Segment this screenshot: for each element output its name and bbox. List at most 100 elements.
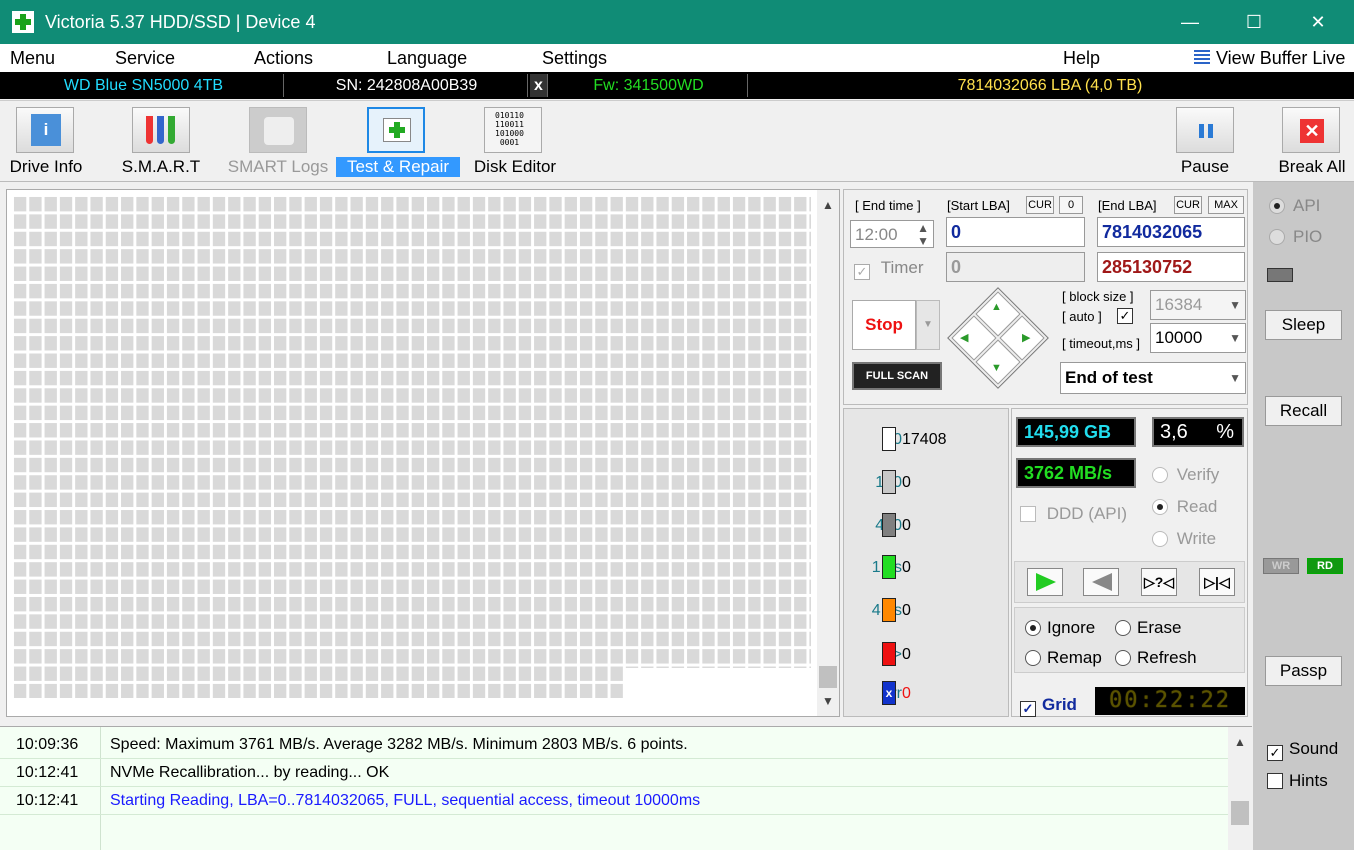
write-label: Write bbox=[1176, 529, 1217, 548]
play-icon bbox=[1036, 573, 1056, 591]
stat-color-swatch bbox=[882, 427, 896, 451]
remap-label: Remap bbox=[1047, 648, 1102, 667]
refresh-radio[interactable]: Refresh bbox=[1115, 648, 1197, 668]
menu-settings[interactable]: Settings bbox=[542, 48, 607, 69]
grid-check-icon: ✓ bbox=[1020, 701, 1036, 717]
menu-service[interactable]: Service bbox=[115, 48, 175, 69]
end-lba-cur-button[interactable]: CUR bbox=[1174, 196, 1202, 214]
drive-info-button[interactable]: i Drive Info bbox=[0, 101, 92, 181]
scroll-down-icon[interactable]: ▼ bbox=[817, 694, 839, 708]
start-lba-zero-button[interactable]: 0 bbox=[1059, 196, 1083, 214]
verify-radio-icon bbox=[1152, 467, 1168, 483]
device-lba: 7814032066 LBA (4,0 TB) bbox=[750, 74, 1350, 97]
pio-label: PIO bbox=[1293, 227, 1323, 246]
scroll-up-icon[interactable]: ▲ bbox=[1228, 735, 1252, 749]
menu-menu[interactable]: Menu bbox=[10, 48, 55, 69]
scroll-up-icon[interactable]: ▲ bbox=[817, 198, 839, 212]
break-all-button[interactable]: ✕ Break All bbox=[1274, 101, 1350, 181]
disk-editor-button[interactable]: 010110 110011 101000 0001 Disk Editor bbox=[472, 101, 558, 181]
percent-display: 3,6 % bbox=[1152, 417, 1244, 447]
pio-radio[interactable]: PIO bbox=[1269, 227, 1322, 247]
menu-language[interactable]: Language bbox=[387, 48, 467, 69]
verify-radio[interactable]: Verify bbox=[1152, 465, 1219, 485]
stat-count: 0 bbox=[902, 685, 911, 702]
pause-button[interactable]: Pause bbox=[1176, 101, 1234, 181]
log-scrollbar[interactable]: ▲ bbox=[1228, 727, 1252, 850]
device-close-x[interactable]: x bbox=[530, 74, 548, 97]
smart-button[interactable]: S.M.A.R.T bbox=[116, 101, 206, 181]
minimize-button[interactable]: — bbox=[1158, 0, 1222, 44]
progress-panel: 145,99 GB 3,6 % 3762 MB/s DDD (API) Veri… bbox=[1011, 408, 1248, 717]
timeout-select[interactable]: 10000 ▼ bbox=[1150, 323, 1246, 353]
smart-logs-button[interactable]: SMART Logs bbox=[226, 101, 330, 181]
start-lba-cur-button[interactable]: CUR bbox=[1026, 196, 1054, 214]
scroll-thumb[interactable] bbox=[819, 666, 837, 688]
erase-radio[interactable]: Erase bbox=[1115, 618, 1181, 638]
stat-count: 0 bbox=[902, 602, 911, 619]
ignore-radio[interactable]: Ignore bbox=[1025, 618, 1095, 638]
butterfly-button[interactable]: ▷|◁ bbox=[1199, 568, 1235, 596]
grid-scrollbar[interactable]: ▲ ▼ bbox=[817, 190, 839, 716]
hints-label: Hints bbox=[1289, 771, 1328, 790]
stat-row-1-6s: 1,6s 0 bbox=[844, 555, 1010, 581]
end-lba-max-button[interactable]: MAX bbox=[1208, 196, 1244, 214]
timer-label: Timer bbox=[880, 258, 924, 277]
status-led bbox=[1267, 268, 1293, 282]
start-lba-input[interactable]: 0 bbox=[946, 217, 1085, 247]
stop-dropdown-icon[interactable]: ▼ bbox=[916, 300, 940, 350]
sleep-button[interactable]: Sleep bbox=[1265, 310, 1342, 340]
timer-checkbox[interactable]: ✓ Timer bbox=[854, 258, 924, 280]
verify-label: Verify bbox=[1176, 465, 1220, 484]
refresh-label: Refresh bbox=[1137, 648, 1197, 667]
log-scroll-thumb[interactable] bbox=[1231, 801, 1249, 825]
log-message: Speed: Maximum 3761 MB/s. Average 3282 M… bbox=[110, 736, 688, 753]
test-tubes-icon bbox=[132, 107, 190, 153]
passp-button[interactable]: Passp bbox=[1265, 656, 1342, 686]
remap-radio[interactable]: Remap bbox=[1025, 648, 1102, 668]
percent-value: 3,6 bbox=[1160, 421, 1188, 443]
stop-button[interactable]: Stop bbox=[852, 300, 916, 350]
logs-icon bbox=[249, 107, 307, 153]
stat-row-over: > 0 bbox=[844, 642, 1010, 668]
random-button[interactable]: ▷?◁ bbox=[1141, 568, 1177, 596]
hints-checkbox[interactable]: Hints bbox=[1267, 771, 1328, 791]
smart-logs-label: SMART Logs bbox=[227, 157, 329, 176]
ddd-api-checkbox[interactable]: DDD (API) bbox=[1020, 504, 1127, 524]
app-cross-icon bbox=[12, 11, 34, 33]
device-model: WD Blue SN5000 4TB bbox=[4, 74, 284, 97]
scan-grid-panel: ▲ ▼ bbox=[6, 189, 840, 717]
api-radio[interactable]: API bbox=[1269, 196, 1320, 216]
smart-label: S.M.A.R.T bbox=[121, 157, 201, 176]
read-label: Read bbox=[1176, 497, 1218, 516]
menu-actions[interactable]: Actions bbox=[254, 48, 313, 69]
test-repair-button[interactable]: Test & Repair bbox=[336, 101, 460, 181]
scan-controls-panel: [ End time ] 12:00 ▲ ▼ [Start LBA] CUR 0 … bbox=[843, 189, 1248, 405]
write-radio[interactable]: Write bbox=[1152, 529, 1216, 549]
view-buffer-label: View Buffer Live bbox=[1216, 48, 1346, 68]
arrow-left-icon: ◀ bbox=[960, 332, 969, 344]
close-button[interactable]: ✕ bbox=[1286, 0, 1350, 44]
menu-help[interactable]: Help bbox=[1063, 48, 1100, 69]
stat-count: 0 bbox=[902, 474, 911, 491]
view-buffer-live-button[interactable]: View Buffer Live bbox=[1194, 48, 1345, 69]
stat-color-swatch bbox=[882, 513, 896, 537]
block-size-select[interactable]: 16384 ▼ bbox=[1150, 290, 1246, 320]
read-radio[interactable]: Read bbox=[1152, 497, 1217, 517]
sound-checkbox[interactable]: ✓ Sound bbox=[1267, 739, 1338, 761]
maximize-button[interactable]: ☐ bbox=[1222, 0, 1286, 44]
full-scan-button[interactable]: FULL SCAN bbox=[852, 362, 942, 390]
error-x-icon: x bbox=[882, 681, 896, 705]
end-lba-input[interactable]: 7814032065 bbox=[1097, 217, 1245, 247]
read-radio-icon bbox=[1152, 499, 1168, 515]
spin-icon[interactable]: ▲ ▼ bbox=[917, 222, 929, 248]
auto-checkbox[interactable]: ✓ bbox=[1117, 308, 1133, 324]
grid-checkbox[interactable]: ✓ Grid bbox=[1020, 695, 1077, 717]
timer-input[interactable]: 0 bbox=[946, 252, 1085, 282]
end-time-input[interactable]: 12:00 ▲ ▼ bbox=[850, 220, 934, 248]
percent-sign: % bbox=[1216, 421, 1234, 443]
rewind-button[interactable] bbox=[1083, 568, 1119, 596]
chevron-down-icon: ▼ bbox=[1229, 331, 1241, 345]
recall-button[interactable]: Recall bbox=[1265, 396, 1342, 426]
play-button[interactable] bbox=[1027, 568, 1063, 596]
end-action-select[interactable]: End of test ▼ bbox=[1060, 362, 1246, 394]
